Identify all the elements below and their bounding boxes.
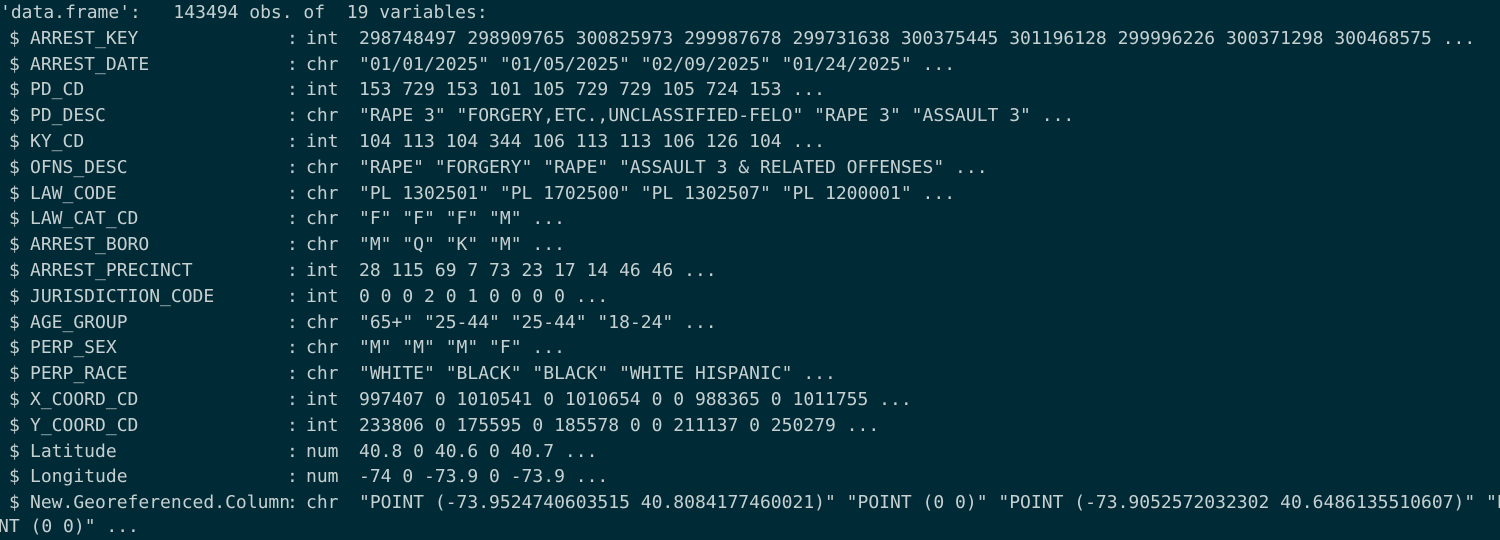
variable-values: "RAPE 3" "FORGERY,ETC.,UNCLASSIFIED-FELO… [359, 105, 1075, 127]
dollar-sign: $ [9, 363, 20, 385]
variable-type: int [306, 260, 339, 281]
variable-type: chr [306, 53, 339, 75]
variable-name: AGE_GROUP [30, 311, 128, 333]
variable-name: JURISDICTION_CODE [30, 285, 215, 307]
variable-type: int [306, 27, 339, 49]
dollar-sign: $ [9, 156, 20, 178]
dollar-sign: $ [9, 389, 20, 410]
colon-separator: : [287, 53, 298, 75]
variable-type: chr [306, 363, 339, 385]
variable-type: chr [306, 337, 339, 359]
colon-separator: : [287, 208, 298, 230]
variable-name: PD_DESC [30, 105, 106, 127]
colon-separator: : [287, 389, 298, 410]
variable-values: "RAPE" "FORGERY" "RAPE" "ASSAULT 3 & REL… [359, 156, 988, 178]
variable-name: Latitude [30, 440, 117, 462]
variable-name: ARREST_BORO [30, 234, 150, 256]
colon-separator: : [287, 79, 298, 101]
variable-values: 997407 0 1010541 0 1010654 0 0 988365 0 … [359, 389, 912, 410]
variable-type: chr [306, 105, 339, 127]
variable-name: ARREST_KEY [30, 27, 139, 49]
dollar-sign: $ [9, 440, 20, 462]
variable-type: int [306, 414, 339, 436]
variable-type: chr [306, 492, 339, 514]
colon-separator: : [287, 492, 298, 514]
variable-values: 0 0 0 2 0 1 0 0 0 0 ... [359, 285, 609, 307]
variable-values: 298748497 298909765 300825973 299987678 … [359, 27, 1476, 49]
colon-separator: : [287, 156, 298, 178]
variable-values: "WHITE" "BLACK" "BLACK" "WHITE HISPANIC"… [359, 363, 836, 385]
variable-name: New.Georeferenced.Column [30, 492, 291, 514]
variable-type: chr [306, 156, 339, 178]
dollar-sign: $ [9, 311, 20, 333]
dollar-sign: $ [9, 492, 20, 514]
variable-name: PERP_SEX [30, 337, 117, 359]
colon-separator: : [287, 260, 298, 281]
variable-type: int [306, 389, 339, 410]
variable-type: num [306, 466, 339, 488]
variable-values: "65+" "25-44" "25-44" "18-24" ... [359, 311, 717, 333]
colon-separator: : [287, 337, 298, 359]
wrapped-continuation-line: NT (0 0)" ... [0, 516, 139, 537]
variable-name: Longitude [30, 466, 128, 488]
variable-name: Y_COORD_CD [30, 414, 139, 436]
dollar-sign: $ [9, 182, 20, 204]
variable-values: 104 113 104 344 106 113 113 106 126 104 … [359, 131, 825, 152]
variable-name: ARREST_DATE [30, 53, 150, 75]
colon-separator: : [287, 311, 298, 333]
variable-name: X_COORD_CD [30, 389, 139, 410]
variable-values: "POINT (-73.9524740603515 40.80841774600… [359, 492, 1500, 514]
colon-separator: : [287, 414, 298, 436]
variable-name: ARREST_PRECINCT [30, 260, 193, 281]
colon-separator: : [287, 285, 298, 307]
variable-type: int [306, 79, 339, 101]
dollar-sign: $ [9, 285, 20, 307]
variable-name: PD_CD [30, 79, 85, 101]
variable-values: "M" "Q" "K" "M" ... [359, 234, 565, 256]
colon-separator: : [287, 466, 298, 488]
variable-type: chr [306, 208, 339, 230]
dollar-sign: $ [9, 105, 20, 127]
variable-type: chr [306, 311, 339, 333]
variable-type: chr [306, 234, 339, 256]
variable-type: int [306, 131, 339, 152]
dollar-sign: $ [9, 234, 20, 256]
variable-values: 40.8 0 40.6 0 40.7 ... [359, 440, 598, 462]
dollar-sign: $ [9, 27, 20, 49]
dollar-sign: $ [9, 208, 20, 230]
variable-type: chr [306, 182, 339, 204]
colon-separator: : [287, 27, 298, 49]
colon-separator: : [287, 234, 298, 256]
variable-values: "M" "M" "M" "F" ... [359, 337, 565, 359]
dollar-sign: $ [9, 466, 20, 488]
variable-values: 28 115 69 7 73 23 17 14 46 46 ... [359, 260, 717, 281]
colon-separator: : [287, 105, 298, 127]
str-header: 'data.frame': 143494 obs. of 19 variable… [0, 2, 488, 23]
variable-name: KY_CD [30, 131, 85, 152]
variable-name: PERP_RACE [30, 363, 128, 385]
dollar-sign: $ [9, 337, 20, 359]
dollar-sign: $ [9, 260, 20, 281]
dollar-sign: $ [9, 53, 20, 75]
variable-values: "PL 1302501" "PL 1702500" "PL 1302507" "… [359, 182, 956, 204]
variable-type: int [306, 285, 339, 307]
dollar-sign: $ [9, 414, 20, 436]
variable-name: LAW_CODE [30, 182, 117, 204]
variable-values: "01/01/2025" "01/05/2025" "02/09/2025" "… [359, 53, 956, 75]
colon-separator: : [287, 131, 298, 152]
colon-separator: : [287, 363, 298, 385]
variable-type: num [306, 440, 339, 462]
variable-values: 233806 0 175595 0 185578 0 0 211137 0 25… [359, 414, 880, 436]
dollar-sign: $ [9, 131, 20, 152]
variable-values: -74 0 -73.9 0 -73.9 ... [359, 466, 609, 488]
variable-values: "F" "F" "F" "M" ... [359, 208, 565, 230]
colon-separator: : [287, 182, 298, 204]
variable-name: OFNS_DESC [30, 156, 128, 178]
variable-values: 153 729 153 101 105 729 729 105 724 153 … [359, 79, 825, 101]
r-console-output: 'data.frame': 143494 obs. of 19 variable… [0, 0, 1500, 540]
dollar-sign: $ [9, 79, 20, 101]
variable-name: LAW_CAT_CD [30, 208, 139, 230]
colon-separator: : [287, 440, 298, 462]
